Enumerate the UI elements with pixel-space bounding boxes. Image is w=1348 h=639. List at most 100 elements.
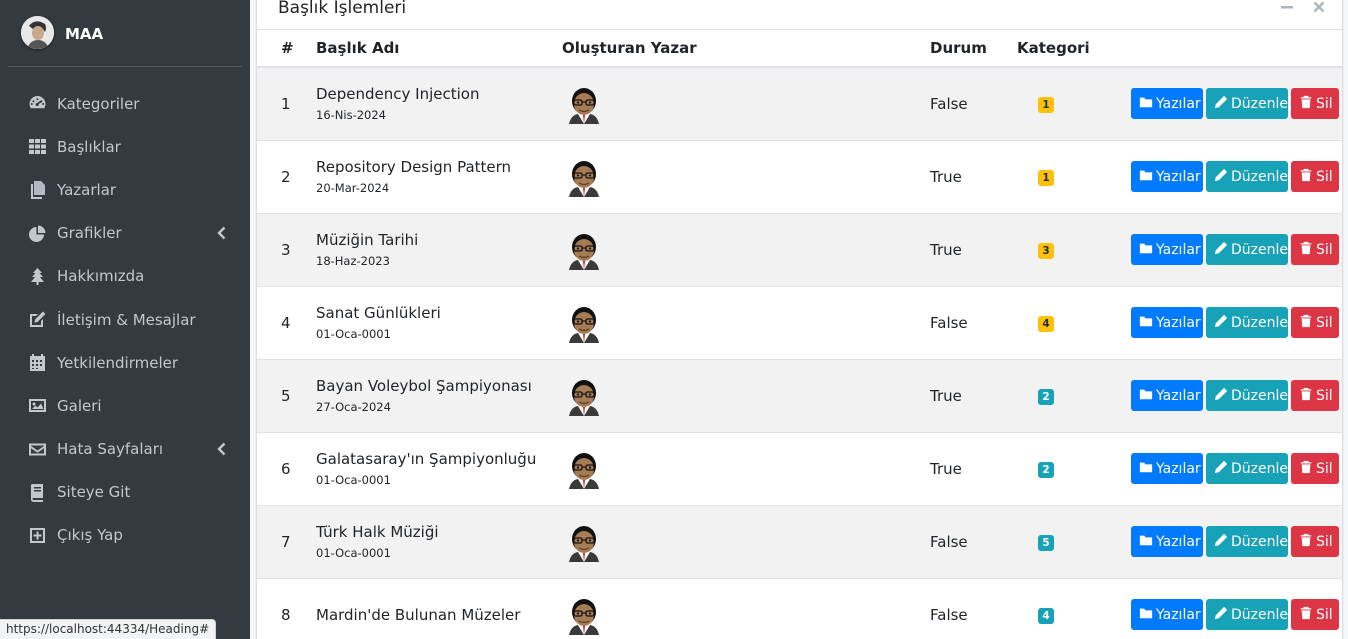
posts-button[interactable]: Yazılar [1131, 599, 1203, 631]
sidebar-item-edit-square[interactable]: İletişim & Mesajlar [0, 298, 250, 341]
sidebar-item-label: Hata Sayfaları [57, 440, 164, 459]
sidebar-item-calendar[interactable]: Yetkilendirmeler [0, 341, 250, 384]
posts-button-label: Yazılar [1156, 168, 1201, 185]
table-row: 4 Sanat Günlükleri 01-Oca-0001 False 4 Yazıla… [257, 285, 1342, 359]
sidebar-item-grid[interactable]: Başlıklar [0, 125, 250, 168]
category-cell: 1 [1017, 66, 1127, 140]
category-badge: 4 [1038, 316, 1054, 332]
author-cell [562, 66, 930, 140]
sidebar-item-tree[interactable]: Hakkımızda [0, 255, 250, 298]
posts-button[interactable]: Yazılar [1131, 88, 1203, 120]
table-header-row: # Başlık Adı Oluşturan Yazar Durum Kateg… [257, 30, 1342, 68]
chevron-left-icon[interactable] [217, 442, 226, 456]
sidebar-item-dashboard-gauge[interactable]: Kategoriler [0, 82, 250, 125]
edit-button-label: Düzenle [1231, 314, 1288, 331]
sidebar-item-plus-square[interactable]: Çıkış Yap [0, 514, 250, 557]
edit-button[interactable]: Düzenle [1206, 234, 1288, 265]
actions-cell: Yazılar Düzenle Sil [1127, 431, 1342, 505]
heading-date: 01-Oca-0001 [316, 327, 391, 341]
delete-button[interactable]: Sil [1291, 161, 1339, 192]
category-badge: 2 [1038, 389, 1054, 405]
sidebar-item-envelope[interactable]: Hata Sayfaları [0, 428, 250, 471]
posts-button-label: Yazılar [1156, 460, 1201, 477]
sidebar-nav: Kategoriler Başlıklar Yazarlar Grafikler Hak… [0, 82, 250, 557]
actions-cell: Yazılar Düzenle Sil [1127, 139, 1342, 213]
author-cell [562, 139, 930, 213]
pencil-icon [1214, 241, 1231, 259]
heading-cell: Türk Halk Müziği 01-Oca-0001 [316, 504, 562, 578]
delete-button[interactable]: Sil [1291, 526, 1339, 557]
author-cell [562, 431, 930, 505]
delete-button-label: Sil [1316, 168, 1333, 185]
close-icon[interactable] [1312, 0, 1326, 14]
user-avatar[interactable] [21, 16, 54, 49]
sidebar-item-image[interactable]: Galeri [0, 384, 250, 427]
author-cell [562, 285, 930, 359]
delete-button-label: Sil [1316, 460, 1333, 477]
heading-title: Bayan Voleybol Şampiyonası [316, 377, 532, 395]
minus-icon[interactable] [1280, 0, 1294, 14]
heading-date: 20-Mar-2024 [316, 181, 390, 195]
category-cell: 4 [1017, 285, 1127, 359]
dashboard-gauge-icon [28, 94, 47, 113]
category-badge: 5 [1038, 535, 1054, 551]
edit-button[interactable]: Düzenle [1206, 453, 1288, 484]
folder-icon [1139, 241, 1156, 259]
sidebar-item-copy-documents[interactable]: Yazarlar [0, 168, 250, 211]
sidebar-item-pie-chart[interactable]: Grafikler [0, 212, 250, 255]
posts-button[interactable]: Yazılar [1131, 380, 1203, 411]
sidebar-item-label: Galeri [57, 396, 102, 415]
headings-card: Başlık İşlemleri # Başlık Adı Oluşturan … [257, 0, 1342, 639]
edit-button[interactable]: Düzenle [1206, 307, 1288, 338]
edit-button[interactable]: Düzenle [1206, 88, 1288, 120]
edit-button[interactable]: Düzenle [1206, 380, 1288, 411]
author-avatar-image [569, 452, 599, 489]
trash-icon [1299, 168, 1316, 186]
card-tools [1280, 0, 1326, 14]
user-name[interactable]: MAA [65, 25, 103, 43]
row-number: 5 [257, 358, 316, 432]
heading-date: 27-Oca-2024 [316, 400, 391, 414]
edit-button[interactable]: Düzenle [1206, 599, 1288, 631]
user-panel[interactable]: MAA [8, 0, 242, 67]
edit-button-label: Düzenle [1231, 460, 1288, 477]
sidebar-item-label: Grafikler [57, 224, 122, 243]
edit-button[interactable]: Düzenle [1206, 526, 1288, 557]
status-cell: True [930, 139, 1017, 213]
delete-button[interactable]: Sil [1291, 599, 1339, 631]
delete-button[interactable]: Sil [1291, 453, 1339, 484]
actions-cell: Yazılar Düzenle Sil [1127, 358, 1342, 432]
trash-icon [1299, 241, 1316, 259]
card-header: Başlık İşlemleri [257, 0, 1342, 30]
author-avatar-image [569, 233, 599, 270]
row-number: 7 [257, 504, 316, 578]
posts-button[interactable]: Yazılar [1131, 234, 1203, 265]
category-cell: 1 [1017, 139, 1127, 213]
posts-button[interactable]: Yazılar [1131, 526, 1203, 557]
category-cell: 2 [1017, 431, 1127, 505]
posts-button[interactable]: Yazılar [1131, 161, 1203, 192]
posts-button[interactable]: Yazılar [1131, 453, 1203, 484]
delete-button-label: Sil [1316, 533, 1333, 550]
posts-button[interactable]: Yazılar [1131, 307, 1203, 338]
posts-button-label: Yazılar [1156, 95, 1201, 112]
edit-button[interactable]: Düzenle [1206, 161, 1288, 192]
headings-table: # Başlık Adı Oluşturan Yazar Durum Kateg… [257, 30, 1342, 639]
delete-button[interactable]: Sil [1291, 307, 1339, 338]
folder-icon [1139, 168, 1156, 186]
author-cell [562, 358, 930, 432]
author-avatar-image [569, 525, 599, 562]
delete-button[interactable]: Sil [1291, 380, 1339, 411]
sidebar-item-book[interactable]: Siteye Git [0, 471, 250, 514]
heading-date: 16-Nis-2024 [316, 108, 386, 123]
delete-button[interactable]: Sil [1291, 88, 1339, 120]
folder-icon [1139, 460, 1156, 478]
actions-cell: Yazılar Düzenle Sil [1127, 285, 1342, 359]
category-badge: 4 [1038, 608, 1054, 625]
chevron-left-icon[interactable] [217, 226, 226, 240]
posts-button-label: Yazılar [1156, 606, 1201, 623]
row-number: 1 [257, 66, 316, 140]
heading-cell: Müziğin Tarihi 18-Haz-2023 [316, 212, 562, 286]
category-badge: 1 [1038, 170, 1054, 186]
delete-button[interactable]: Sil [1291, 234, 1339, 265]
